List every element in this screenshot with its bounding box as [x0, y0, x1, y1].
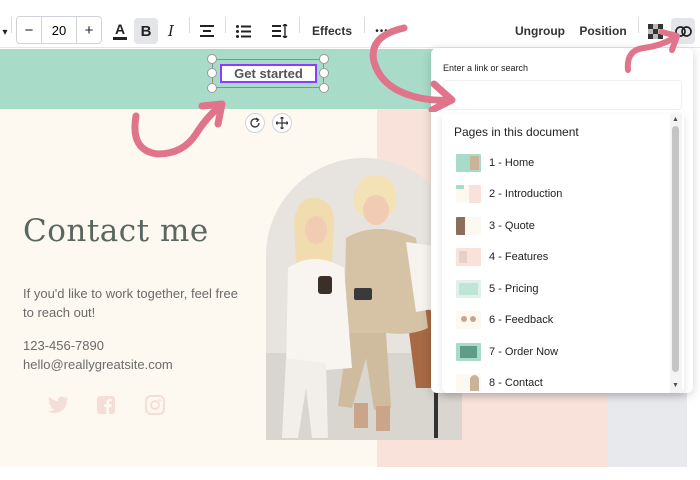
scroll-up-arrow-icon[interactable]: ▲	[672, 116, 679, 123]
decrease-font-size-button[interactable]: −	[17, 17, 41, 43]
toolbar-divider	[11, 17, 12, 33]
move-handle[interactable]	[272, 113, 292, 133]
rotate-handle[interactable]	[245, 113, 265, 133]
twitter-icon[interactable]	[47, 395, 69, 415]
page-thumbnail	[456, 185, 481, 203]
page-option-label: 5 - Pricing	[489, 283, 539, 295]
phone-number[interactable]: 123-456-7890	[23, 338, 104, 353]
text-color-button[interactable]: A	[110, 18, 130, 44]
increase-font-size-button[interactable]: +	[77, 17, 101, 43]
page-option-7[interactable]: 7 - Order Now	[456, 341, 666, 363]
pages-scrollbar-thumb[interactable]	[672, 126, 679, 372]
page-option-5[interactable]: 5 - Pricing	[456, 278, 666, 300]
contact-lead-text[interactable]: If you'd like to work together, feel fre…	[23, 284, 243, 322]
page-thumbnail	[456, 154, 481, 172]
page-thumbnail	[456, 217, 481, 235]
link-search-input[interactable]	[443, 80, 682, 110]
get-started-button[interactable]: Get started	[220, 64, 317, 83]
page-option-label: 1 - Home	[489, 157, 535, 169]
spacing-button[interactable]	[268, 18, 292, 44]
align-center-button[interactable]	[196, 18, 218, 44]
font-dropdown-chevron-icon[interactable]: ▾	[0, 20, 10, 44]
align-center-icon	[200, 25, 214, 37]
italic-icon: I	[168, 22, 174, 40]
instagram-icon[interactable]	[144, 395, 166, 415]
toolbar-divider	[225, 17, 226, 33]
transparency-icon	[647, 23, 663, 39]
move-icon	[276, 117, 288, 129]
page-thumbnail	[456, 311, 481, 329]
toolbar-divider	[189, 17, 190, 33]
bulleted-list-button[interactable]	[232, 18, 254, 44]
link-icon	[674, 25, 692, 37]
page-option-3[interactable]: 3 - Quote	[456, 215, 666, 237]
resize-handle-left[interactable]	[207, 68, 217, 78]
transparency-button[interactable]	[645, 20, 665, 42]
toolbar-divider	[364, 17, 365, 33]
pages-dropdown: Pages in this document 1 - Home 2 - Intr…	[442, 114, 684, 393]
link-button[interactable]	[671, 18, 695, 44]
canvas-bottom-area	[0, 467, 700, 480]
page-thumbnail	[456, 280, 481, 298]
page-thumbnail	[456, 343, 481, 361]
pages-heading: Pages in this document	[454, 125, 579, 139]
page-option-label: 6 - Feedback	[489, 314, 554, 326]
page-option-label: 2 - Introduction	[489, 188, 563, 200]
rotate-icon	[250, 117, 260, 128]
resize-handle-bottom-right[interactable]	[319, 83, 329, 93]
page-option-1[interactable]: 1 - Home	[456, 152, 666, 174]
resize-handle-top-left[interactable]	[207, 54, 217, 64]
page-option-4[interactable]: 4 - Features	[456, 246, 666, 268]
page-option-2[interactable]: 2 - Introduction	[456, 183, 666, 205]
resize-handle-right[interactable]	[319, 68, 329, 78]
contact-heading[interactable]: Contact me	[23, 213, 209, 249]
line-spacing-icon	[271, 24, 287, 38]
email-address[interactable]: hello@reallygreatsite.com	[23, 357, 173, 372]
toolbar-divider	[638, 17, 639, 33]
page-option-label: 4 - Features	[489, 251, 549, 263]
effects-button[interactable]: Effects	[306, 18, 358, 44]
more-options-button[interactable]: •••	[370, 18, 394, 44]
text-color-icon: A	[113, 21, 127, 40]
font-size-stepper: − 20 +	[16, 16, 102, 44]
toolbar-divider	[299, 17, 300, 33]
font-size-value[interactable]: 20	[41, 17, 77, 43]
page-thumbnail	[456, 248, 481, 266]
page-thumbnail	[456, 374, 481, 392]
page-option-label: 3 - Quote	[489, 220, 535, 232]
resize-handle-top-right[interactable]	[319, 54, 329, 64]
scroll-down-arrow-icon[interactable]: ▼	[672, 382, 679, 389]
page-option-label: 7 - Order Now	[489, 346, 559, 358]
page-option-6[interactable]: 6 - Feedback	[456, 309, 666, 331]
ungroup-button[interactable]: Ungroup	[512, 18, 568, 44]
bold-button[interactable]: B	[134, 18, 158, 44]
editor-toolbar: ▾ − 20 + A B I Effects ••• Ungroup Posit…	[0, 0, 700, 48]
link-input-label: Enter a link or search	[443, 63, 529, 73]
bold-icon: B	[140, 22, 152, 40]
italic-button[interactable]: I	[161, 18, 181, 44]
page-option-label: 8 - Contact	[489, 377, 543, 389]
svg-text:A: A	[115, 21, 125, 37]
page-option-8[interactable]: 8 - Contact	[456, 372, 666, 393]
facebook-icon[interactable]	[96, 395, 118, 415]
resize-handle-bottom-left[interactable]	[207, 83, 217, 93]
position-button[interactable]: Position	[577, 18, 629, 44]
list-icon	[235, 24, 251, 38]
